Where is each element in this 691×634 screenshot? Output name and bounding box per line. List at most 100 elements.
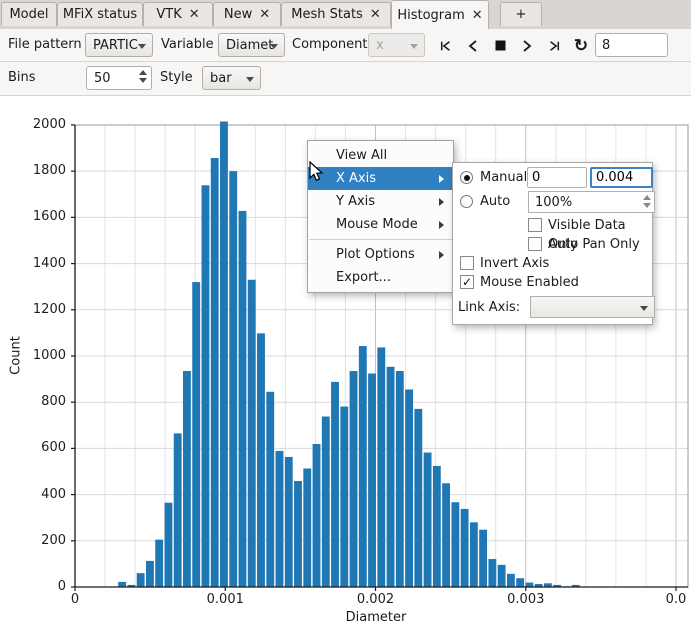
tab-mfix-status[interactable]: MFiX status	[57, 2, 143, 26]
style-label: Style	[160, 62, 193, 94]
checkbox-label: Mouse Enabled	[480, 273, 579, 292]
tab-model[interactable]: Model	[1, 2, 57, 26]
histogram-bar	[461, 509, 469, 587]
histogram-bar	[165, 503, 173, 587]
histogram-bar	[137, 573, 145, 587]
context-menu: View AllX Axis Y Axis Mouse Mode Plot Optio…	[307, 140, 454, 293]
frame-count-field[interactable]	[595, 33, 668, 57]
auto-radio[interactable]	[460, 195, 473, 208]
menu-item-plot-options[interactable]: Plot Options	[308, 243, 453, 266]
option-row: Invert Axis	[457, 254, 648, 273]
refresh-button[interactable]: ↻	[569, 35, 593, 56]
tab-new[interactable]: New ✕	[213, 2, 281, 26]
file-pattern-combo[interactable]: PARTIC	[85, 33, 153, 57]
spin-arrows-icon[interactable]	[139, 70, 147, 83]
x-tick-label: 0.001	[195, 592, 255, 607]
x-axis-submenu-panel: Manual Auto 100% Visible Data OnlyAuto P…	[452, 162, 653, 325]
bins-spinbox[interactable]: 50	[86, 66, 152, 90]
histogram-bar	[266, 392, 274, 587]
menu-separator	[309, 239, 452, 240]
close-icon[interactable]: ✕	[472, 9, 483, 22]
option-row: Visible Data Only	[457, 216, 648, 235]
close-icon[interactable]: ✕	[189, 8, 200, 21]
auto-percent-spinbox[interactable]: 100%	[528, 191, 655, 213]
axis-max-field[interactable]	[590, 167, 653, 188]
mouse-cursor-icon	[309, 161, 327, 183]
link-axis-combo[interactable]	[530, 296, 655, 318]
menu-item-mouse-mode[interactable]: Mouse Mode	[308, 213, 453, 236]
axis-min-field[interactable]	[527, 167, 587, 188]
y-tick-label: 600	[0, 440, 66, 455]
menu-item-label: Mouse Mode	[336, 217, 418, 232]
skip-to-end-button[interactable]	[542, 35, 566, 56]
unchecked-checkbox[interactable]	[528, 237, 542, 251]
refresh-icon: ↻	[574, 36, 588, 56]
histogram-bar	[202, 185, 210, 587]
y-tick-label: 1200	[0, 302, 66, 317]
bins-value: 50	[94, 71, 111, 86]
toolbar-row-2: Bins 50 Style bar	[0, 62, 691, 96]
variable-value: Diamet	[226, 38, 273, 53]
histogram-bar	[322, 417, 330, 587]
tab-histogram[interactable]: Histogram✕	[391, 0, 489, 29]
variable-label: Variable	[161, 29, 214, 61]
histogram-bar	[211, 158, 219, 587]
skip-to-start-button[interactable]	[434, 35, 458, 56]
menu-item-label: Export...	[336, 270, 391, 285]
histogram-bar	[405, 389, 413, 587]
close-icon[interactable]: ✕	[370, 8, 381, 21]
tab-bar: ModelMFiX statusVTK✕New✕Mesh Stats✕Histo…	[0, 0, 691, 29]
component-combo: x	[368, 33, 425, 57]
x-tick-label: 0	[45, 592, 105, 607]
step-forward-button[interactable]	[515, 35, 539, 56]
histogram-bar	[525, 583, 533, 587]
histogram-bar	[331, 382, 339, 587]
x-tick-label: 0.0	[646, 592, 691, 607]
histogram-bar	[377, 347, 385, 587]
stop-icon	[495, 40, 506, 51]
histogram-bar	[294, 481, 302, 587]
histogram-bar	[248, 280, 256, 587]
menu-item-y-axis[interactable]: Y Axis	[308, 190, 453, 213]
x-tick-label: 0.003	[496, 592, 556, 607]
stop-button[interactable]	[488, 35, 512, 56]
menu-item-export-[interactable]: Export...	[308, 266, 453, 289]
submenu-arrow-icon	[439, 175, 444, 183]
style-combo[interactable]: bar	[202, 66, 261, 90]
component-label: Component	[292, 29, 367, 61]
histogram-bar	[303, 468, 311, 587]
histogram-bar	[414, 409, 422, 587]
chevron-down-icon	[640, 306, 648, 311]
tab-mesh-stats[interactable]: Mesh Stats✕	[281, 2, 391, 26]
checkbox-label: Invert Axis	[480, 254, 549, 273]
tab-label: New	[224, 7, 252, 22]
histogram-bar	[451, 502, 459, 587]
histogram-bar	[174, 433, 182, 587]
submenu-arrow-icon	[439, 221, 444, 229]
submenu-arrow-icon	[439, 198, 444, 206]
histogram-bar	[276, 451, 284, 587]
histogram-bar	[285, 457, 293, 587]
spin-arrows-icon[interactable]	[643, 195, 651, 208]
manual-radio[interactable]	[460, 171, 473, 184]
tab--[interactable]: +	[500, 2, 542, 26]
menu-item-view-all[interactable]: View All	[308, 144, 453, 167]
histogram-bar	[350, 371, 358, 587]
close-icon[interactable]: ✕	[259, 8, 270, 21]
menu-item-x-axis[interactable]: X Axis	[308, 167, 453, 190]
variable-combo[interactable]: Diamet	[218, 33, 285, 57]
chevron-down-icon	[246, 77, 254, 82]
checked-checkbox[interactable]: ✓	[460, 275, 474, 289]
manual-range-row: Manual	[457, 166, 648, 190]
checkbox-label: Auto Pan Only	[548, 235, 640, 254]
menu-item-label: Y Axis	[336, 194, 375, 209]
y-tick-label: 1600	[0, 209, 66, 224]
unchecked-checkbox[interactable]	[528, 218, 542, 232]
tab-vtk[interactable]: VTK ✕	[143, 2, 213, 26]
unchecked-checkbox[interactable]	[460, 256, 474, 270]
auto-label: Auto	[480, 190, 510, 214]
y-tick-label: 800	[0, 394, 66, 409]
tab-label: VTK	[156, 7, 181, 22]
x-axis-title: Diameter	[325, 610, 427, 625]
step-back-button[interactable]	[461, 35, 485, 56]
